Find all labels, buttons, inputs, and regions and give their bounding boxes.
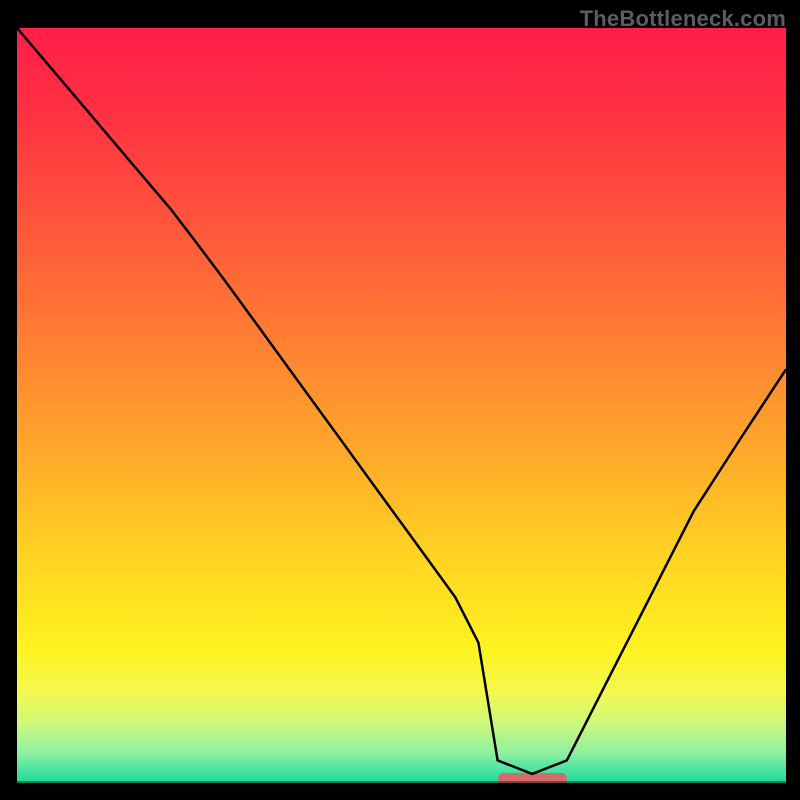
- chart-stage: TheBottleneck.com: [0, 0, 800, 800]
- plot-area: [17, 28, 786, 783]
- baseline: [17, 781, 786, 783]
- gradient-background: [17, 28, 786, 783]
